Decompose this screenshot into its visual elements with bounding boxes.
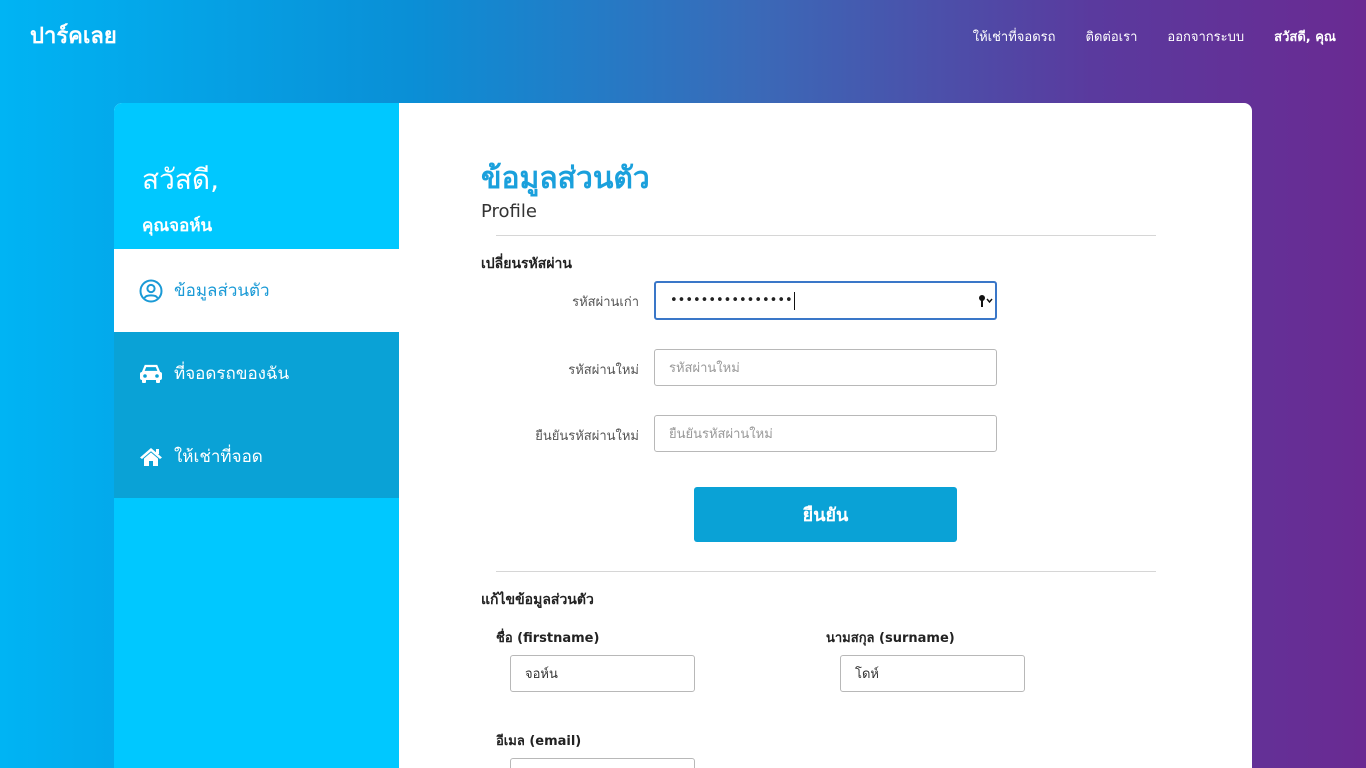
sidebar: สวัสดี, คุณจอห์น ข้อมูลส่วนตัว ที่จอดรถข… — [114, 103, 399, 768]
sidebar-greeting: สวัสดี, คุณจอห์น — [142, 158, 219, 239]
confirm-password-field[interactable]: ยืนยันรหัสผ่านใหม่ — [654, 415, 997, 452]
old-password-label: รหัสผ่านเก่า — [572, 295, 639, 310]
email-label: อีเมล (email) — [496, 734, 582, 749]
sidebar-item-label: ให้เช่าที่จอด — [174, 447, 263, 467]
top-nav: ให้เช่าที่จอดรถ ติดต่อเรา ออกจากระบบ สวั… — [973, 26, 1336, 47]
top-navbar: ปาร์คเลย ให้เช่าที่จอดรถ ติดต่อเรา ออกจา… — [0, 0, 1366, 70]
password-section-heading: เปลี่ยนรหัสผ่าน — [481, 256, 572, 272]
surname-label: นามสกุล (surname) — [826, 631, 955, 646]
profile-card: สวัสดี, คุณจอห์น ข้อมูลส่วนตัว ที่จอดรถข… — [114, 103, 1252, 768]
firstname-label: ชื่อ (firstname) — [496, 631, 600, 646]
sidebar-item-my-parking[interactable]: ที่จอดรถของฉัน — [114, 332, 399, 415]
nav-rent-parking[interactable]: ให้เช่าที่จอดรถ — [973, 26, 1056, 47]
user-circle-icon — [138, 278, 164, 304]
nav-logout[interactable]: ออกจากระบบ — [1167, 26, 1244, 47]
divider — [496, 235, 1156, 236]
divider — [496, 571, 1156, 572]
nav-contact[interactable]: ติดต่อเรา — [1086, 26, 1138, 47]
sidebar-item-rent-out[interactable]: ให้เช่าที่จอด — [114, 415, 399, 498]
sidebar-menu: ข้อมูลส่วนตัว ที่จอดรถของฉัน ให้เช่าที่จ… — [114, 249, 399, 498]
page-subtitle: Profile — [481, 201, 537, 222]
car-icon — [138, 361, 164, 387]
password-key-icon[interactable] — [977, 293, 993, 309]
sidebar-item-label: ข้อมูลส่วนตัว — [174, 281, 270, 301]
text-caret — [793, 291, 795, 310]
nav-user-greeting[interactable]: สวัสดี, คุณ — [1274, 26, 1336, 47]
confirm-password-button[interactable]: ยืนยัน — [694, 487, 957, 542]
profile-section-heading: แก้ไขข้อมูลส่วนตัว — [481, 592, 594, 608]
new-password-field[interactable]: รหัสผ่านใหม่ — [654, 349, 997, 386]
surname-field[interactable]: โดห์ — [840, 655, 1025, 692]
main-content: ข้อมูลส่วนตัว Profile เปลี่ยนรหัสผ่าน รห… — [399, 103, 1252, 768]
sidebar-item-label: ที่จอดรถของฉัน — [174, 364, 290, 384]
greeting-text: สวัสดี, — [142, 163, 219, 196]
page-title: ข้อมูลส่วนตัว — [481, 161, 650, 196]
new-password-label: รหัสผ่านใหม่ — [568, 363, 639, 378]
firstname-field[interactable]: จอห์น — [510, 655, 695, 692]
brand-logo[interactable]: ปาร์คเลย — [30, 18, 117, 53]
email-field[interactable] — [510, 758, 695, 768]
old-password-field[interactable]: •••••••••••••••• — [654, 281, 997, 320]
old-password-value: •••••••••••••••• — [670, 293, 793, 308]
user-name: คุณจอห์น — [142, 216, 213, 236]
sidebar-item-profile[interactable]: ข้อมูลส่วนตัว — [114, 249, 399, 332]
confirm-password-label: ยืนยันรหัสผ่านใหม่ — [535, 429, 639, 444]
home-icon — [138, 444, 164, 470]
